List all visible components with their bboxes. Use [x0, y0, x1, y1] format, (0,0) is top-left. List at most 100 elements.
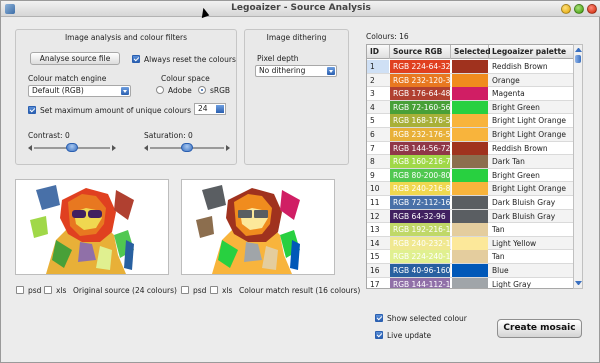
max-colours-value: 24 [198, 104, 208, 113]
close-button[interactable] [587, 4, 597, 14]
header-palette[interactable]: Legoaizer palette [489, 45, 577, 59]
left-psd-checkbox[interactable] [16, 286, 24, 294]
row-id: 8 [370, 157, 375, 167]
row-id: 7 [370, 143, 375, 153]
row-selected-swatch [451, 196, 488, 209]
row-source-rgb: RGB 40-96-160 [390, 264, 450, 277]
left-xls-checkbox[interactable] [44, 286, 52, 294]
row-source-rgb: RGB 144-112-168 [390, 277, 450, 288]
table-row[interactable]: 14 RGB 240-232-144 Light Yellow [367, 236, 577, 251]
pixel-depth-select[interactable]: No dithering [255, 65, 337, 77]
table-row[interactable]: 17 RGB 144-112-168 Light Gray [367, 277, 577, 289]
left-psd-label: psd [28, 286, 42, 295]
row-palette-name: Blue [492, 266, 509, 275]
row-selected-swatch [451, 141, 488, 155]
scroll-down-icon[interactable] [575, 281, 582, 285]
row-source-rgb: RGB 160-216-72 [390, 155, 450, 169]
scroll-thumb[interactable] [575, 55, 581, 63]
minimize-button[interactable] [561, 4, 571, 14]
row-source-rgb: RGB 240-216-80 [390, 182, 450, 196]
live-update-label: Live update [387, 331, 432, 340]
table-row[interactable]: 5 RGB 168-176-56 Bright Light Orange [367, 114, 577, 128]
row-selected-swatch [451, 223, 488, 237]
table-row[interactable]: 1 RGB 224-64-32 Reddish Brown [367, 60, 577, 74]
saturation-slider-thumb[interactable] [181, 143, 193, 152]
contrast-label: Contrast: 0 [28, 131, 70, 140]
table-row[interactable]: 10 RGB 240-216-80 Bright Light Orange [367, 182, 577, 196]
slider-right-arrow-icon [112, 145, 116, 151]
row-selected-swatch [451, 114, 488, 128]
row-source-rgb: RGB 224-240-144 [390, 250, 450, 264]
chevron-down-icon [327, 67, 335, 75]
table-row[interactable]: 16 RGB 40-96-160 Blue [367, 264, 577, 278]
always-reset-checkbox[interactable] [132, 55, 140, 63]
contrast-slider[interactable] [28, 142, 116, 154]
colour-space-adobe-radio[interactable] [156, 86, 164, 94]
right-psd-checkbox[interactable] [181, 286, 189, 294]
row-source-rgb: RGB 144-56-72 [390, 141, 450, 155]
colours-table: ID Source RGB Selected Legoaizer palette… [366, 44, 578, 289]
match-engine-value: Default (RGB) [32, 86, 84, 95]
row-selected-swatch [451, 250, 488, 264]
row-palette-name: Light Yellow [492, 238, 537, 248]
table-row[interactable]: 9 RGB 80-200-80 Bright Green [367, 168, 577, 183]
row-palette-name: Orange [492, 75, 520, 85]
max-colours-spinbox[interactable]: 24 [194, 103, 226, 115]
table-row[interactable]: 11 RGB 72-112-168 Dark Bluish Gray [367, 196, 577, 210]
chevron-down-icon [121, 87, 129, 95]
row-selected-swatch [451, 168, 488, 182]
table-row[interactable]: 13 RGB 192-216-104 Tan [367, 223, 577, 237]
left-xls-label: xls [56, 286, 67, 295]
spinner-arrows-icon [216, 105, 224, 113]
row-palette-name: Bright Light Orange [492, 116, 566, 126]
row-id: 2 [370, 75, 375, 85]
row-source-rgb: RGB 80-200-80 [390, 168, 450, 182]
app-window: Legoaizer - Source Analysis Image analys… [0, 0, 600, 363]
right-xls-checkbox[interactable] [210, 286, 218, 294]
row-selected-swatch [451, 100, 488, 114]
row-id: 11 [370, 198, 380, 207]
header-source-rgb[interactable]: Source RGB [390, 45, 451, 59]
row-id: 9 [370, 170, 375, 180]
row-selected-swatch [451, 209, 488, 223]
table-row[interactable]: 2 RGB 232-120-32 Orange [367, 73, 577, 88]
live-update-checkbox[interactable] [375, 331, 383, 339]
create-mosaic-button[interactable]: Create mosaic [497, 319, 582, 338]
dithering-group-title: Image dithering [266, 33, 327, 42]
match-engine-select[interactable]: Default (RGB) [28, 85, 131, 97]
header-selected[interactable]: Selected [451, 45, 491, 59]
analysis-group-title: Image analysis and colour filters [64, 33, 188, 42]
max-colours-label: Set maximum amount of unique colours [40, 106, 192, 115]
show-selected-label: Show selected colour [387, 314, 467, 323]
show-selected-checkbox[interactable] [375, 314, 383, 322]
saturation-slider[interactable] [144, 142, 230, 154]
table-row[interactable]: 3 RGB 176-64-48 Magenta [367, 87, 577, 101]
analyse-source-button[interactable]: Analyse source file [30, 52, 120, 65]
row-selected-swatch [451, 87, 488, 101]
scroll-up-icon[interactable] [575, 48, 582, 52]
saturation-label: Saturation: 0 [144, 131, 193, 140]
row-palette-name: Dark Bluish Gray [492, 198, 556, 207]
row-palette-name: Dark Bluish Gray [492, 211, 556, 221]
table-row[interactable]: 6 RGB 232-176-56 Bright Light Orange [367, 128, 577, 142]
maximize-button[interactable] [574, 4, 584, 14]
row-palette-name: Reddish Brown [492, 143, 548, 153]
table-scrollbar[interactable] [573, 44, 583, 289]
row-selected-swatch [451, 60, 488, 73]
colour-space-srgb-radio[interactable] [198, 86, 206, 94]
table-row[interactable]: 8 RGB 160-216-72 Dark Tan [367, 155, 577, 169]
table-row[interactable]: 12 RGB 64-32-96 Dark Bluish Gray [367, 209, 577, 224]
row-id: 16 [370, 266, 380, 275]
row-id: 17 [370, 279, 380, 289]
row-palette-name: Reddish Brown [492, 62, 548, 71]
table-row[interactable]: 15 RGB 224-240-144 Tan [367, 250, 577, 264]
colour-space-adobe-label: Adobe [168, 86, 192, 95]
row-palette-name: Bright Green [492, 102, 540, 112]
max-colours-checkbox[interactable] [28, 106, 36, 114]
row-source-rgb: RGB 72-112-168 [390, 196, 450, 209]
table-row[interactable]: 4 RGB 72-160-56 Bright Green [367, 100, 577, 115]
contrast-slider-thumb[interactable] [66, 143, 78, 152]
table-row[interactable]: 7 RGB 144-56-72 Reddish Brown [367, 141, 577, 156]
row-id: 15 [370, 252, 380, 262]
header-id[interactable]: ID [367, 45, 390, 59]
